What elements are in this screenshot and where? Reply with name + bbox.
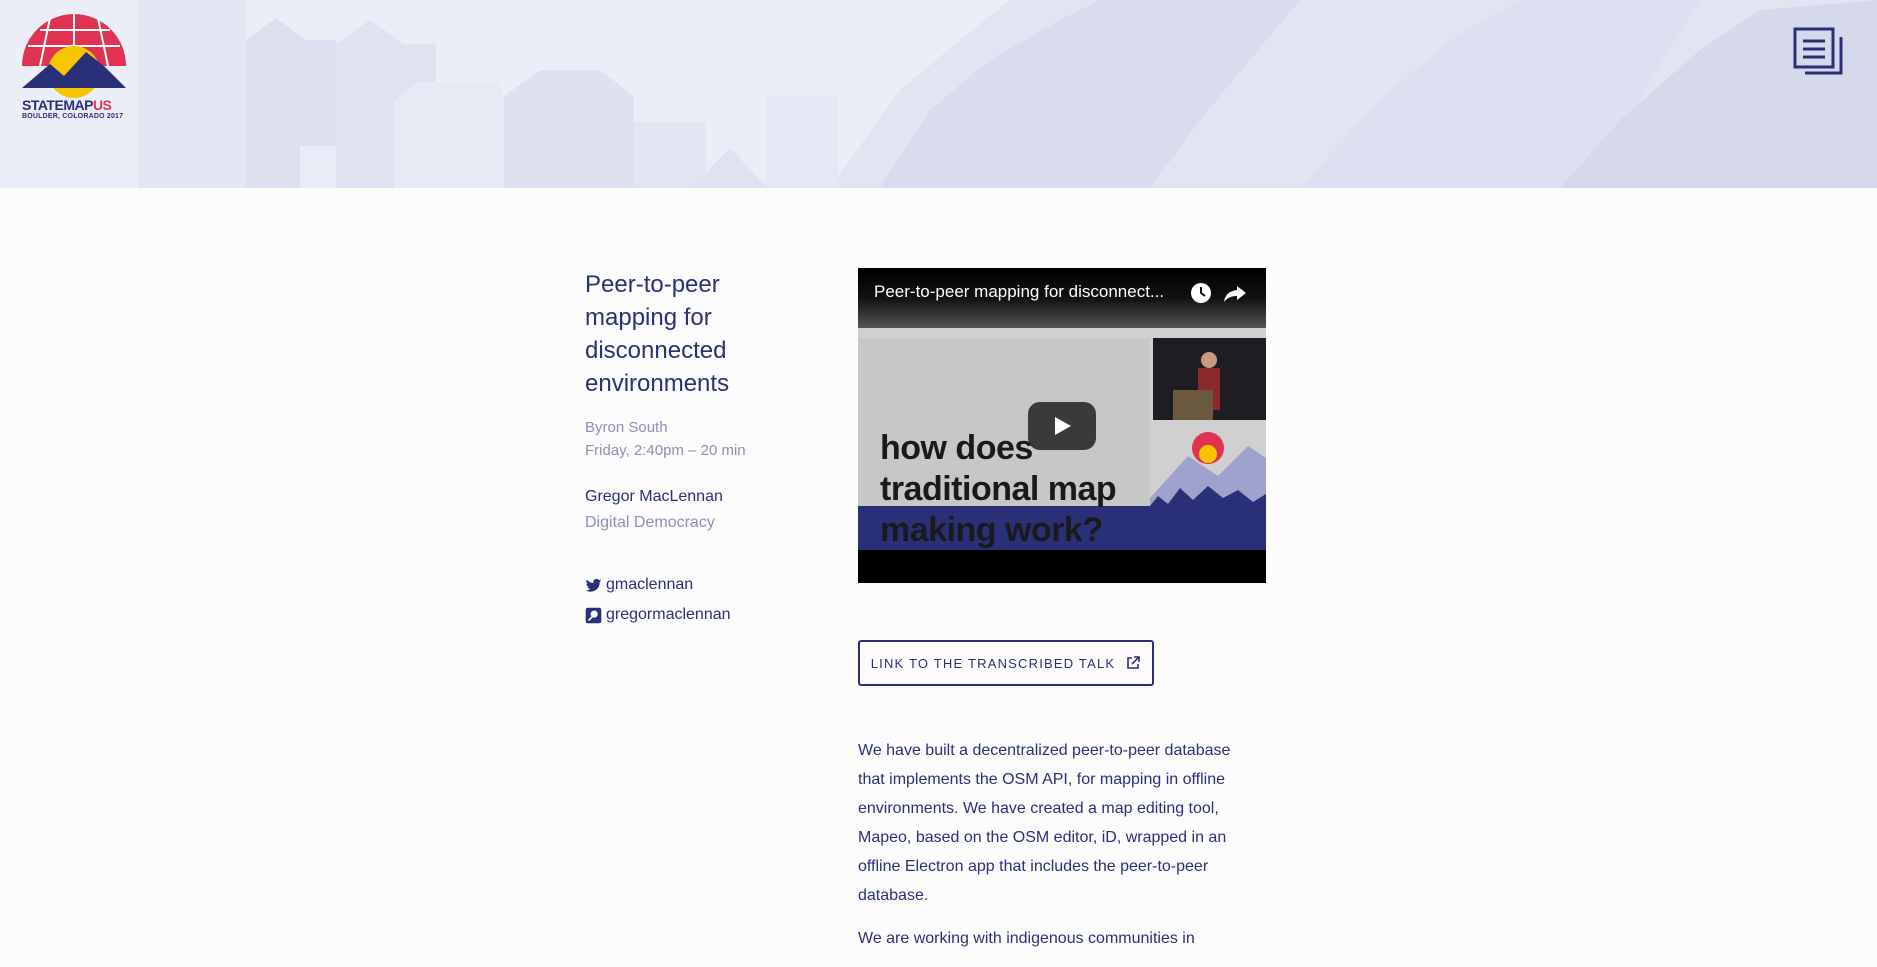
talk-room: Byron South	[585, 419, 668, 436]
share-button[interactable]	[1222, 280, 1248, 306]
transcribed-talk-label: LINK TO THE TRANSCRIBED TALK	[870, 655, 1116, 671]
document-stack-icon	[1793, 27, 1843, 75]
twitter-handle: gmaclennan	[606, 576, 694, 593]
state-of-the-map-logo-icon	[22, 14, 126, 98]
video-player[interactable]: how does traditional map making work? Pe…	[858, 268, 1266, 583]
logo-location: BOULDER, COLORADO 2017	[22, 113, 124, 120]
menu-button[interactable]	[1793, 27, 1845, 77]
speaker-organization: Digital Democracy	[585, 514, 715, 531]
video-thumbnail: how does traditional map making work?	[858, 328, 1266, 583]
logo-wordmark: STATEMAPUS	[22, 97, 112, 113]
osm-icon	[585, 607, 602, 623]
watch-later-icon	[1191, 283, 1211, 303]
video-title[interactable]: Peer-to-peer mapping for disconnect...	[874, 282, 1194, 302]
transcribed-talk-link[interactable]: LINK TO THE TRANSCRIBED TALK	[858, 640, 1154, 686]
watch-later-button[interactable]	[1188, 280, 1214, 306]
header-banner: STATEMAPUS BOULDER, COLORADO 2017	[0, 0, 1877, 188]
share-icon	[1224, 286, 1246, 302]
description-paragraph: We have built a decentralized peer-to-pe…	[858, 742, 1231, 904]
osm-handle: gregormaclennan	[606, 606, 731, 623]
twitter-icon	[585, 578, 602, 592]
slide-text: how does traditional map making work?	[880, 429, 1117, 549]
video-header: Peer-to-peer mapping for disconnect...	[858, 268, 1266, 328]
osm-link[interactable]: gregormaclennan	[585, 600, 785, 630]
talk-time: Friday, 2:40pm – 20 min	[585, 442, 746, 459]
talk-description: We have built a decentralized peer-to-pe…	[858, 736, 1258, 967]
play-icon	[1028, 402, 1096, 450]
speaker-name: Gregor MacLennan	[585, 488, 723, 505]
talk-title: Peer-to-peer mapping for disconnected en…	[585, 271, 730, 397]
boulder-illustration	[138, 0, 1877, 188]
twitter-link[interactable]: gmaclennan	[585, 570, 785, 600]
play-button[interactable]	[1028, 402, 1096, 450]
speaker-socials: gmaclennan gregormaclennan	[585, 570, 785, 630]
site-logo[interactable]: STATEMAPUS BOULDER, COLORADO 2017	[0, 0, 140, 128]
talk-meta: Byron South Friday, 2:40pm – 20 min	[585, 416, 785, 462]
external-link-icon	[1127, 656, 1141, 669]
talk-info: Peer-to-peer mapping for disconnected en…	[585, 268, 785, 630]
description-paragraph: We are working with indigenous communiti…	[858, 930, 1195, 947]
